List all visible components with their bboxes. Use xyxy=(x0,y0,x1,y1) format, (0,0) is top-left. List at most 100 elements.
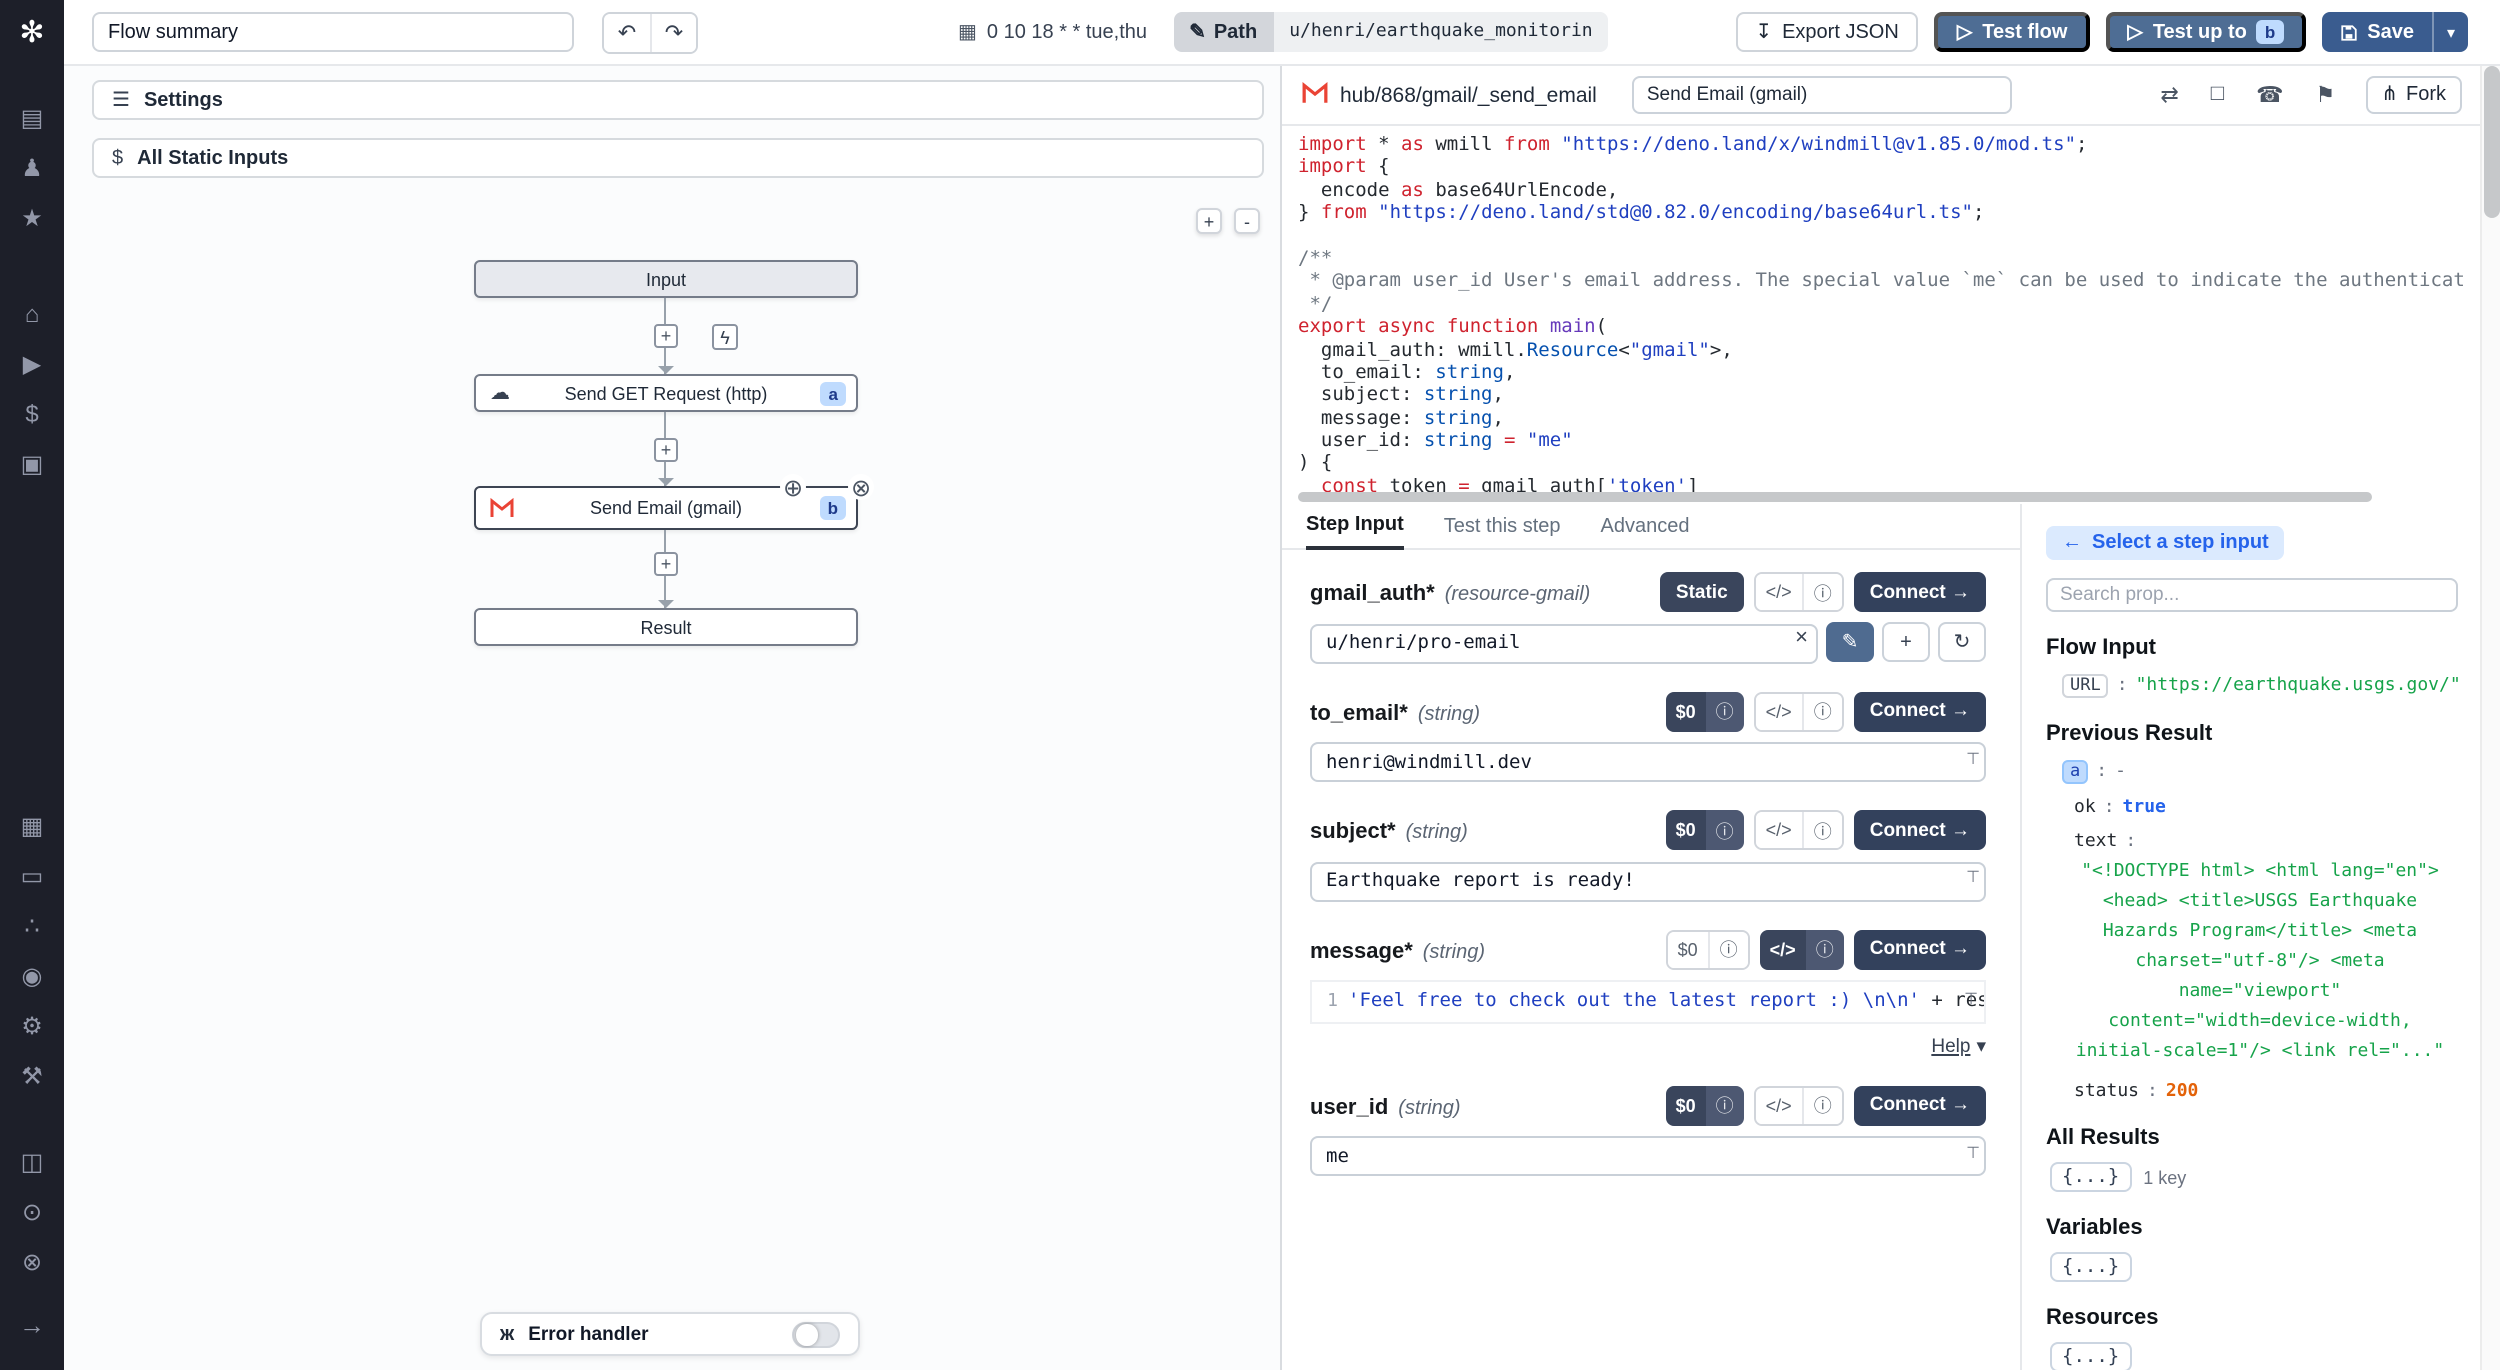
static-value-toggle[interactable]: $0 ⓘ xyxy=(1666,929,1750,969)
code-editor[interactable]: import * as wmill from "https://deno.lan… xyxy=(1282,126,2482,492)
message-expression-editor[interactable]: 1 'Feel free to check out the latest rep… xyxy=(1310,979,1986,1023)
test-flow-button[interactable]: ▷ Test flow xyxy=(1935,12,2090,52)
step-name-input[interactable] xyxy=(1633,76,2013,114)
resize-handle-icon[interactable]: ⊤ xyxy=(1966,749,1980,767)
error-handler-toggle[interactable] xyxy=(792,1321,840,1347)
connect-button[interactable]: Connect → xyxy=(1854,810,1986,850)
save-button[interactable]: Save xyxy=(2321,12,2432,52)
code-mode-toggle[interactable]: </> ⓘ xyxy=(1754,572,1844,612)
help-link[interactable]: Help ▾ xyxy=(1310,1035,1986,1057)
variables-icon[interactable]: $ xyxy=(0,388,64,438)
code-mode-toggle[interactable]: </> ⓘ xyxy=(1754,1085,1844,1125)
fork-button[interactable]: ⋔ Fork xyxy=(2365,76,2462,114)
dollar-zero-badge[interactable]: $0 xyxy=(1666,691,1706,731)
connect-button[interactable]: Connect → xyxy=(1854,1085,1986,1125)
tab-step-input[interactable]: Step Input xyxy=(1306,514,1404,550)
to-email-input[interactable] xyxy=(1310,742,1986,782)
settings-icon[interactable]: ⚙ xyxy=(0,1000,64,1050)
info-icon[interactable]: ⓘ xyxy=(1706,691,1744,731)
audit-logs-icon[interactable]: ◉ xyxy=(0,950,64,1000)
result-ok-row[interactable]: ok : true xyxy=(2046,798,2458,818)
static-value-toggle[interactable]: $0 ⓘ xyxy=(1666,810,1744,850)
info-icon[interactable]: ⓘ xyxy=(1708,931,1748,967)
vertical-scrollbar[interactable] xyxy=(2480,66,2500,1370)
schedules-icon[interactable]: ▦ xyxy=(0,800,64,850)
message-code-line[interactable]: 'Feel free to check out the latest repor… xyxy=(1348,990,1984,1012)
code-icon[interactable]: </> xyxy=(1756,574,1802,610)
undo-button[interactable]: ↶ xyxy=(604,13,650,51)
add-resource-button[interactable]: + xyxy=(1882,623,1930,663)
delete-step-button[interactable]: ⊗ xyxy=(848,474,874,500)
variables-expand-button[interactable]: {...} xyxy=(2050,1252,2131,1282)
flow-node-result[interactable]: Result xyxy=(474,608,858,646)
folders-icon[interactable]: ▭ xyxy=(0,850,64,900)
url-value[interactable]: "https://earthquake.usgs.gov/" xyxy=(2136,676,2461,696)
tab-test-this-step[interactable]: Test this step xyxy=(1444,516,1561,548)
refresh-resource-button[interactable]: ↻ xyxy=(1938,623,1986,663)
code-icon[interactable]: </> xyxy=(1760,929,1806,969)
vertical-scrollbar-thumb[interactable] xyxy=(2484,66,2500,218)
all-results-expand-button[interactable]: {...} xyxy=(2050,1162,2131,1192)
dollar-zero-badge[interactable]: $0 xyxy=(1668,931,1708,967)
flow-summary-input[interactable] xyxy=(92,12,574,52)
static-value-toggle[interactable]: $0 ⓘ xyxy=(1666,691,1744,731)
flow-node-http[interactable]: ☁ Send GET Request (http) a xyxy=(474,374,858,412)
code-mode-toggle[interactable]: </> ⓘ xyxy=(1754,691,1844,731)
connect-button[interactable]: Connect → xyxy=(1854,691,1986,731)
result-a-row[interactable]: a : - xyxy=(2046,760,2458,784)
search-prop-input[interactable] xyxy=(2046,578,2458,612)
static-toggle-button[interactable]: Static xyxy=(1660,572,1744,612)
groups-icon[interactable]: ∴ xyxy=(0,900,64,950)
add-step-button[interactable]: + xyxy=(654,438,678,462)
code-icon[interactable]: </> xyxy=(1756,693,1802,729)
info-icon[interactable]: ⓘ xyxy=(1706,1085,1744,1125)
result-status-row[interactable]: status : 200 xyxy=(2046,1082,2458,1102)
test-up-to-button[interactable]: ▷ Test up to b xyxy=(2105,12,2305,52)
code-icon[interactable]: </> xyxy=(1756,1087,1802,1123)
info-icon[interactable]: ⓘ xyxy=(1802,812,1842,848)
text-value[interactable]: "<!DOCTYPE html> <html lang="en"> <head>… xyxy=(2046,858,2458,1068)
flag-icon[interactable]: ⚑ xyxy=(2315,82,2335,108)
url-key[interactable]: URL xyxy=(2062,674,2109,698)
collapse-sidebar-icon[interactable]: → xyxy=(0,1310,64,1340)
flow-node-input[interactable]: Input xyxy=(474,260,858,298)
expand-icon[interactable]: □ xyxy=(2211,82,2224,108)
result-text-row[interactable]: text : xyxy=(2046,832,2458,852)
path-button[interactable]: ✎ Path u/henri/earthquake_monitorin xyxy=(1173,12,1609,52)
info-icon[interactable]: ⓘ xyxy=(1802,1087,1842,1123)
redo-button[interactable]: ↷ xyxy=(650,13,696,51)
trigger-bolt-button[interactable]: ϟ xyxy=(712,324,738,350)
dollar-zero-badge[interactable]: $0 xyxy=(1666,1085,1706,1125)
dollar-zero-badge[interactable]: $0 xyxy=(1666,810,1706,850)
connect-button[interactable]: Connect → xyxy=(1854,572,1986,612)
subject-input[interactable] xyxy=(1310,861,1986,901)
info-icon[interactable]: ⓘ xyxy=(1802,574,1842,610)
select-step-input-button[interactable]: ← Select a step input xyxy=(2046,526,2285,560)
discord-icon[interactable]: ⊙ xyxy=(0,1186,64,1236)
add-step-button[interactable]: + xyxy=(654,552,678,576)
add-step-button[interactable]: + xyxy=(654,324,678,348)
resize-handle-icon[interactable]: ⊤ xyxy=(1964,989,1978,1007)
sync-icon[interactable]: ⇄ xyxy=(2160,82,2178,108)
info-icon[interactable]: ⓘ xyxy=(1802,693,1842,729)
windmill-logo[interactable]: ✻ xyxy=(0,14,64,50)
favorites-icon[interactable]: ★ xyxy=(0,192,64,242)
edit-resource-button[interactable]: ✎ xyxy=(1826,623,1874,663)
docs-icon[interactable]: ◫ xyxy=(0,1136,64,1186)
phone-icon[interactable]: ☎ xyxy=(2256,82,2283,108)
zoom-out-button[interactable]: - xyxy=(1234,208,1260,234)
workers-icon[interactable]: ⚒ xyxy=(0,1050,64,1100)
resources-icon[interactable]: ▣ xyxy=(0,438,64,488)
export-json-button[interactable]: ↧ Export JSON xyxy=(1735,12,1919,52)
schedule-button[interactable]: ▦ 0 10 18 * * tue,thu xyxy=(958,21,1147,43)
error-handler-node[interactable]: ж Error handler xyxy=(480,1312,860,1356)
flow-settings-button[interactable]: ☰ Settings xyxy=(92,80,1264,120)
hub-script-path[interactable]: hub/868/gmail/_send_email xyxy=(1340,83,1597,107)
clear-icon[interactable]: × xyxy=(1795,626,1808,650)
connect-button[interactable]: Connect → xyxy=(1854,929,1986,969)
scripts-icon[interactable]: ▤ xyxy=(0,92,64,142)
info-icon[interactable]: ⓘ xyxy=(1706,810,1744,850)
github-icon[interactable]: ⊗ xyxy=(0,1236,64,1286)
horizontal-scrollbar-thumb[interactable] xyxy=(1298,492,2372,502)
static-value-toggle[interactable]: $0 ⓘ xyxy=(1666,1085,1744,1125)
